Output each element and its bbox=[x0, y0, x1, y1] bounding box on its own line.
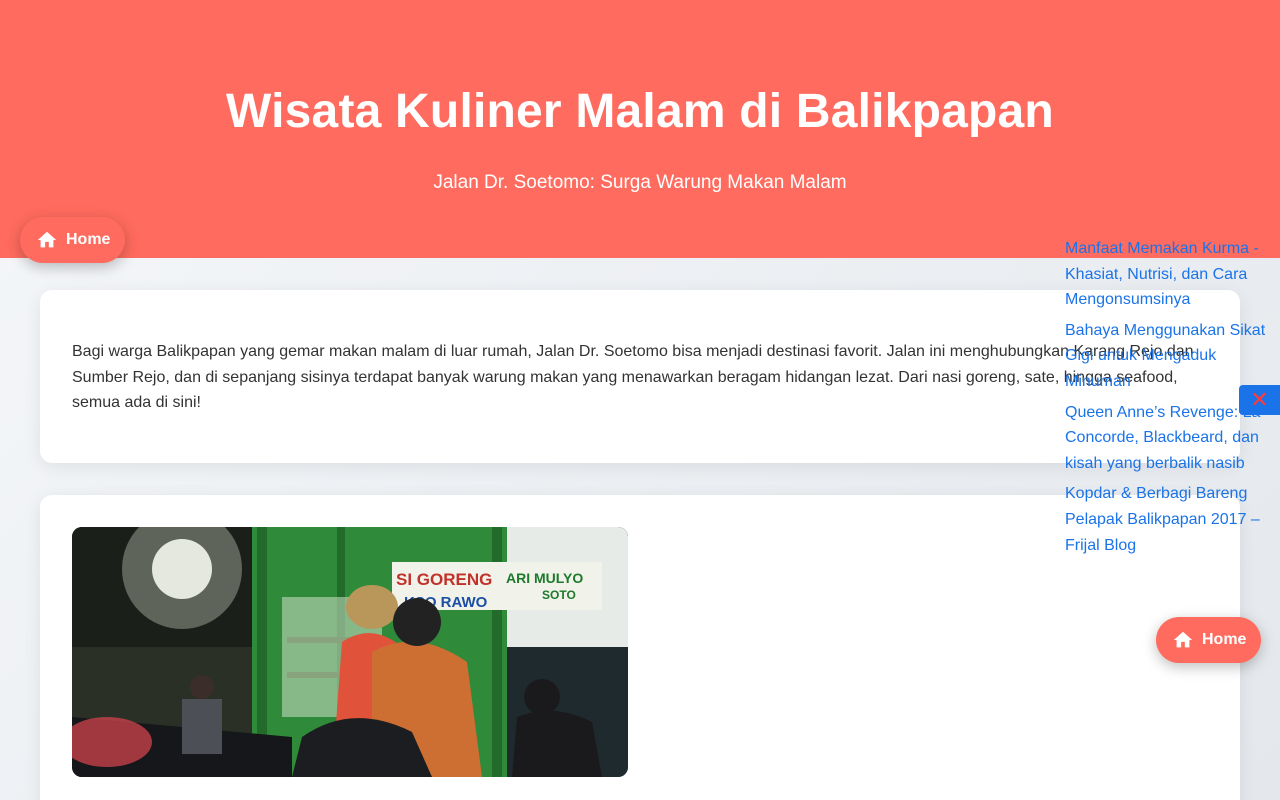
home-icon bbox=[37, 231, 57, 248]
warung-photo: SI GORENG ARI MULYO KSO RAWO SOTO bbox=[72, 527, 628, 777]
home-button[interactable]: Home bbox=[20, 217, 126, 263]
intro-card: Bagi warga Balikpapan yang gemar makan m… bbox=[40, 290, 1240, 463]
page-title: Wisata Kuliner Malam di Balikpapan bbox=[226, 85, 1054, 138]
photo-card: SI GORENG ARI MULYO KSO RAWO SOTO bbox=[40, 495, 1240, 800]
related-link[interactable]: Bahaya Menggunakan Sikat Gigi untuk Meng… bbox=[1065, 318, 1270, 395]
related-link[interactable]: Kopdar & Berbagi Bareng Pelapak Balikpap… bbox=[1065, 481, 1270, 558]
home-button-label: Home bbox=[66, 231, 111, 248]
related-link[interactable]: Manfaat Memakan Kurma - Khasiat, Nutrisi… bbox=[1065, 236, 1270, 313]
page-subtitle: Jalan Dr. Soetomo: Surga Warung Makan Ma… bbox=[433, 172, 847, 193]
intro-paragraph: Bagi warga Balikpapan yang gemar makan m… bbox=[72, 343, 1194, 412]
home-icon bbox=[1173, 631, 1193, 648]
close-icon: ✕ bbox=[1250, 387, 1269, 412]
warung-photo-illustration: SI GORENG ARI MULYO KSO RAWO SOTO bbox=[72, 527, 628, 777]
close-sidebar-button[interactable]: ✕ bbox=[1239, 385, 1280, 415]
sign-text-4: SOTO bbox=[542, 588, 576, 602]
floating-home-button[interactable]: Home bbox=[1156, 617, 1262, 663]
sign-text-2: ARI MULYO bbox=[506, 570, 583, 586]
floating-home-button-label: Home bbox=[1202, 631, 1247, 648]
sign-text-1: SI GORENG bbox=[396, 570, 492, 589]
hero-header: Wisata Kuliner Malam di Balikpapan Jalan… bbox=[0, 0, 1280, 258]
